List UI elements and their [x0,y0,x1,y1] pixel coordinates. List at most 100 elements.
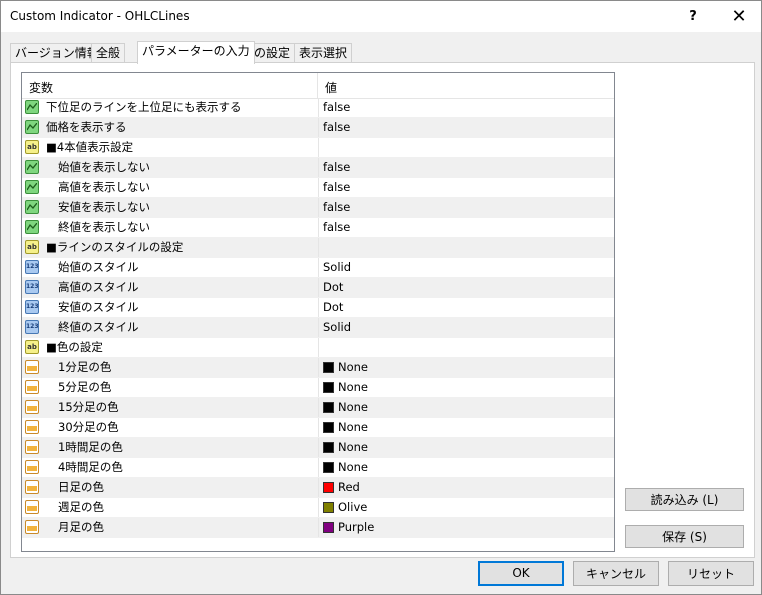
table-row[interactable]: 価格を表示する false [22,118,614,138]
value-cell[interactable]: false [318,178,614,197]
table-row[interactable]: ab ■色の設定 [22,338,614,358]
value-cell[interactable]: false [318,198,614,217]
variable-cell: 30分足の色 [22,418,317,437]
variable-cell: 15分足の色 [22,398,317,417]
table-row[interactable]: 高値を表示しない false [22,178,614,198]
ok-button[interactable]: OK [478,561,564,586]
column-header-variable[interactable]: 変数 [29,79,53,96]
value-cell[interactable]: None [318,398,614,417]
value-text: false [323,180,351,194]
value-cell[interactable] [318,338,614,357]
variable-cell: 高値を表示しない [22,178,317,197]
variable-label: 終値のスタイル [58,320,139,334]
value-cell[interactable]: Solid [318,318,614,337]
table-row[interactable]: 30分足の色 None [22,418,614,438]
color-icon [25,380,39,394]
table-row[interactable]: 123 高値のスタイル Dot [22,278,614,298]
table-row[interactable]: 月足の色 Purple [22,518,614,538]
variable-cell: 123 安値のスタイル [22,298,317,317]
variable-label: 高値を表示しない [58,180,150,194]
column-divider[interactable] [317,73,318,98]
table-row[interactable]: 123 始値のスタイル Solid [22,258,614,278]
tab-panel: 変数 値 下位足のラインを上位足にも表示する false 価格を表示する false a… [10,62,755,558]
value-text: Olive [338,500,368,514]
value-cell[interactable]: None [318,418,614,437]
variable-cell: 週足の色 [22,498,317,517]
value-cell[interactable]: Solid [318,258,614,277]
table-row[interactable]: 123 安値のスタイル Dot [22,298,614,318]
table-row[interactable]: 下位足のラインを上位足にも表示する false [22,98,614,118]
variable-cell: 4時間足の色 [22,458,317,477]
color-swatch [323,362,334,373]
variable-label: 安値のスタイル [58,300,139,314]
reset-button[interactable]: リセット [668,561,754,586]
value-cell[interactable] [318,238,614,257]
cancel-button[interactable]: キャンセル [573,561,659,586]
bool-icon [25,180,39,194]
variable-cell: 1時間足の色 [22,438,317,457]
value-cell[interactable]: None [318,358,614,377]
value-text: false [323,100,351,114]
table-row[interactable]: 5分足の色 None [22,378,614,398]
variable-cell: 1分足の色 [22,358,317,377]
color-swatch [323,482,334,493]
value-cell[interactable]: Red [318,478,614,497]
tab-version-info[interactable]: バージョン情報 [10,43,104,63]
table-row[interactable]: 123 終値のスタイル Solid [22,318,614,338]
value-text: Purple [338,520,375,534]
variable-cell: 123 高値のスタイル [22,278,317,297]
value-text: None [338,460,369,474]
variable-cell: 月足の色 [22,518,317,537]
variable-cell: 価格を表示する [22,118,317,137]
value-cell[interactable]: false [318,218,614,237]
value-cell[interactable] [318,138,614,157]
value-cell[interactable]: false [318,158,614,177]
value-cell[interactable]: Purple [318,518,614,537]
table-row[interactable]: ab ■ラインのスタイルの設定 [22,238,614,258]
bool-icon [25,120,39,134]
number-icon: 123 [25,280,39,294]
variable-label: 高値のスタイル [58,280,139,294]
value-cell[interactable]: false [318,118,614,137]
table-row[interactable]: 4時間足の色 None [22,458,614,478]
string-icon: ab [25,340,39,354]
table-row[interactable]: 安値を表示しない false [22,198,614,218]
variable-label: 安値を表示しない [58,200,150,214]
number-icon: 123 [25,300,39,314]
value-text: None [338,360,369,374]
tab-visualization[interactable]: 表示選択 [294,43,353,63]
variable-cell: ab ■色の設定 [22,338,317,357]
table-row[interactable]: 始値を表示しない false [22,158,614,178]
close-button[interactable]: ✕ [719,1,759,32]
tab-general[interactable]: 全般 [91,43,126,63]
table-row[interactable]: 15分足の色 None [22,398,614,418]
table-row[interactable]: 日足の色 Red [22,478,614,498]
table-row[interactable]: 終値を表示しない false [22,218,614,238]
value-cell[interactable]: None [318,378,614,397]
value-text: false [323,200,351,214]
dialog-window: Custom Indicator - OHLCLines ? ✕ バージョン情報… [0,0,762,595]
column-header-value[interactable]: 値 [325,79,337,96]
value-cell[interactable]: false [318,98,614,117]
value-cell[interactable]: Dot [318,278,614,297]
value-cell[interactable]: Dot [318,298,614,317]
load-button[interactable]: 読み込み (L) [625,488,744,511]
save-button[interactable]: 保存 (S) [625,525,744,548]
variable-label: 始値のスタイル [58,260,139,274]
parameters-grid: 変数 値 下位足のラインを上位足にも表示する false 価格を表示する false a… [21,72,615,552]
value-cell[interactable]: Olive [318,498,614,517]
table-row[interactable]: 1時間足の色 None [22,438,614,458]
string-icon: ab [25,140,39,154]
variable-label: 週足の色 [58,500,104,514]
table-row[interactable]: 週足の色 Olive [22,498,614,518]
value-cell[interactable]: None [318,438,614,457]
table-row[interactable]: 1分足の色 None [22,358,614,378]
number-icon: 123 [25,320,39,334]
color-icon [25,520,39,534]
help-button[interactable]: ? [673,1,713,32]
value-text: None [338,440,369,454]
tab-parameters[interactable]: パラメーターの入力 [137,41,255,64]
table-row[interactable]: ab ■4本値表示設定 [22,138,614,158]
color-swatch [323,382,334,393]
value-cell[interactable]: None [318,458,614,477]
